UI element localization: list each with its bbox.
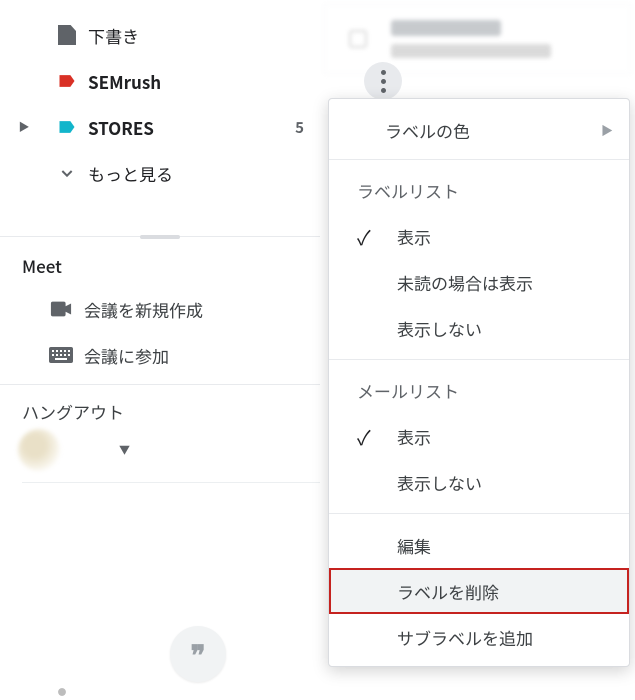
chevron-right-icon: ▶ (601, 122, 613, 139)
camera-icon (38, 301, 84, 317)
divider (329, 159, 629, 160)
meet-join-button[interactable]: 会議に参加 (0, 332, 320, 378)
sidebar-item-count: 5 (295, 117, 320, 138)
hangouts-presence[interactable]: ▼ (0, 430, 320, 470)
sidebar-item-stores[interactable]: ▶ STORES 5 (0, 104, 320, 150)
divider (0, 384, 320, 385)
status-dot-icon (58, 688, 66, 696)
menu-maillist-show[interactable]: ✓ 表示 (329, 413, 629, 459)
menu-group-maillist: メールリスト (329, 368, 629, 413)
label-icon (46, 117, 88, 137)
menu-labellist-hide[interactable]: 表示しない (329, 305, 629, 351)
sidebar-item-label: もっと見る (88, 161, 173, 186)
sidebar-item-label: SEMrush (88, 69, 161, 94)
menu-item-label: 未読の場合は表示 (397, 270, 533, 295)
check-icon: ✓ (357, 422, 397, 451)
menu-item-label: 表示 (397, 224, 431, 249)
hangouts-fab[interactable]: ❞ (170, 626, 226, 682)
menu-item-label: 表示しない (397, 316, 482, 341)
message-row[interactable] (324, 4, 631, 74)
menu-labellist-showunread[interactable]: 未読の場合は表示 (329, 259, 629, 305)
menu-item-label: 表示 (397, 424, 431, 449)
menu-item-label: 編集 (397, 533, 431, 558)
avatar (18, 429, 60, 471)
chevron-down-icon (46, 165, 88, 181)
sidebar-item-more[interactable]: もっと見る (0, 150, 320, 196)
meet-new-button[interactable]: 会議を新規作成 (0, 286, 320, 332)
menu-maillist-hide[interactable]: 表示しない (329, 459, 629, 505)
divider (329, 513, 629, 514)
sidebar-item-label: 下書き (88, 23, 139, 48)
label-icon (46, 71, 88, 91)
caret-down-icon[interactable]: ▼ (119, 442, 130, 458)
more-vert-icon (381, 70, 386, 93)
more-actions-button[interactable] (364, 62, 402, 100)
menu-labellist-show[interactable]: ✓ 表示 (329, 213, 629, 259)
quote-icon: ❞ (190, 634, 205, 674)
placeholder-text (391, 44, 551, 58)
menu-item-label: 表示しない (397, 470, 482, 495)
meet-section-title: Meet (0, 253, 320, 286)
keyboard-icon (38, 347, 84, 363)
expand-icon[interactable]: ▶ (12, 104, 36, 150)
sidebar-item-drafts[interactable]: 下書き (0, 12, 320, 58)
menu-delete-label[interactable]: ラベルを削除 (329, 568, 629, 614)
divider (329, 359, 629, 360)
hangouts-section-title: ハングアウト (0, 399, 320, 430)
menu-color-label: ラベルの色 (385, 118, 470, 143)
menu-item-label: ラベルを削除 (397, 579, 499, 604)
divider (22, 482, 320, 483)
menu-edit[interactable]: 編集 (329, 522, 629, 568)
menu-item-label: サブラベルを追加 (397, 625, 533, 650)
check-icon: ✓ (357, 222, 397, 251)
draft-icon (46, 25, 88, 45)
menu-add-sublabel[interactable]: サブラベルを追加 (329, 614, 629, 660)
sidebar: 下書き SEMrush ▶ STORES 5 もっと見る Meet 会議を新規作… (0, 4, 320, 700)
resize-handle[interactable] (140, 235, 180, 239)
menu-group-labellist: ラベルリスト (329, 168, 629, 213)
sidebar-item-label: STORES (88, 115, 154, 140)
menu-color[interactable]: ラベルの色 ▶ (329, 109, 629, 151)
checkbox[interactable] (349, 30, 367, 48)
meet-join-label: 会議に参加 (84, 343, 169, 368)
meet-new-label: 会議を新規作成 (84, 297, 203, 322)
sidebar-item-semrush[interactable]: SEMrush (0, 58, 320, 104)
placeholder-text (391, 20, 501, 36)
label-context-menu: ラベルの色 ▶ ラベルリスト ✓ 表示 未読の場合は表示 表示しない メールリス… (328, 98, 630, 667)
